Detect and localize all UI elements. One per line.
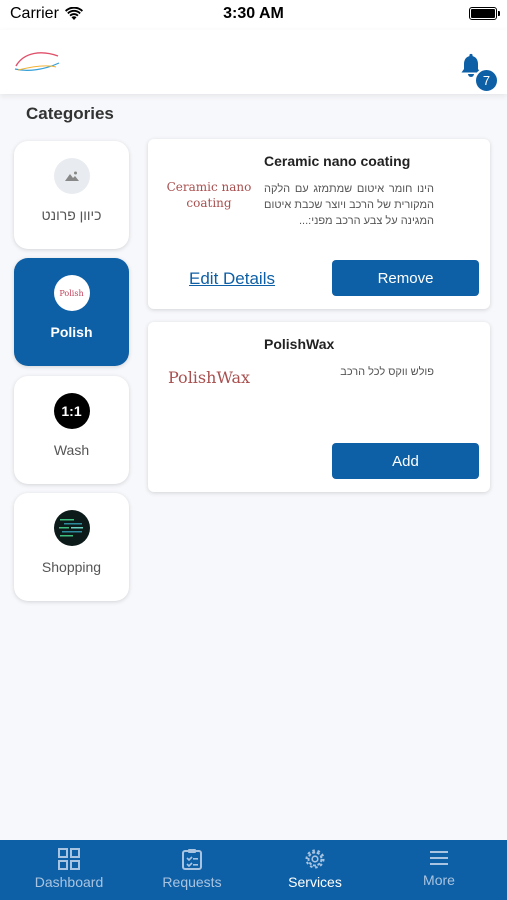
add-button[interactable]: Add <box>332 443 479 479</box>
dashboard-icon <box>58 848 80 870</box>
product-card: PolishWax PolishWax פולש ווקס לכל הרכב A… <box>148 322 490 492</box>
product-description: הינו חומר איטום שמתמזג עם הלקה המקורית ש… <box>264 183 434 227</box>
product-card: Ceramic nano coating Ceramic nano coatin… <box>148 139 490 309</box>
product-title: Ceramic nano coating <box>264 153 411 169</box>
tab-requests[interactable]: Requests <box>129 840 255 900</box>
polish-logo-text: Polish <box>59 288 84 298</box>
category-label: Polish <box>50 324 93 340</box>
tab-label: Services <box>288 874 342 890</box>
edit-details-link[interactable]: Edit Details <box>189 269 275 289</box>
status-bar: Carrier 3:30 AM <box>0 0 507 30</box>
bottom-tab-bar: Dashboard Requests Services More <box>0 840 507 900</box>
logo-swirl-icon <box>14 52 60 71</box>
remove-button[interactable]: Remove <box>332 260 479 296</box>
menu-icon <box>430 851 448 865</box>
category-label: כיוון פרונט <box>41 207 102 223</box>
app-header: 7 <box>0 30 507 94</box>
category-label: Wash <box>53 442 90 458</box>
tab-label: Requests <box>162 874 222 890</box>
tab-dashboard[interactable]: Dashboard <box>6 840 132 900</box>
category-label: Shopping <box>41 559 102 575</box>
tab-services[interactable]: Services <box>252 840 378 900</box>
product-description: פולש ווקס לכל הרכב <box>340 366 434 378</box>
status-time: 3:30 AM <box>223 5 284 22</box>
battery-icon <box>469 7 500 20</box>
category-shopping[interactable]: Shopping <box>14 493 129 601</box>
app-logo <box>12 48 62 74</box>
product-title: PolishWax <box>264 336 335 352</box>
clipboard-icon <box>182 849 202 870</box>
wash-logo-text: 1:1 <box>61 403 82 419</box>
notification-count-badge[interactable]: 7 <box>474 68 499 93</box>
wash-logo-icon: 1:1 <box>53 393 90 429</box>
tab-more[interactable]: More <box>376 840 502 900</box>
code-image-icon <box>53 510 90 546</box>
product-thumbnail: PolishWax <box>167 368 251 387</box>
category-front-alignment[interactable]: כיוון פרונט <box>14 141 129 249</box>
product-thumbnail: Ceramic nano coating <box>166 180 252 210</box>
gear-icon <box>305 849 325 869</box>
category-wash[interactable]: 1:1 Wash <box>14 376 129 484</box>
category-polish[interactable]: Polish Polish <box>14 258 129 366</box>
image-placeholder-icon <box>53 158 90 194</box>
tab-label: More <box>423 872 455 888</box>
polish-logo-icon: Polish <box>53 275 90 311</box>
categories-heading: Categories <box>26 104 114 123</box>
tab-label: Dashboard <box>34 874 104 890</box>
